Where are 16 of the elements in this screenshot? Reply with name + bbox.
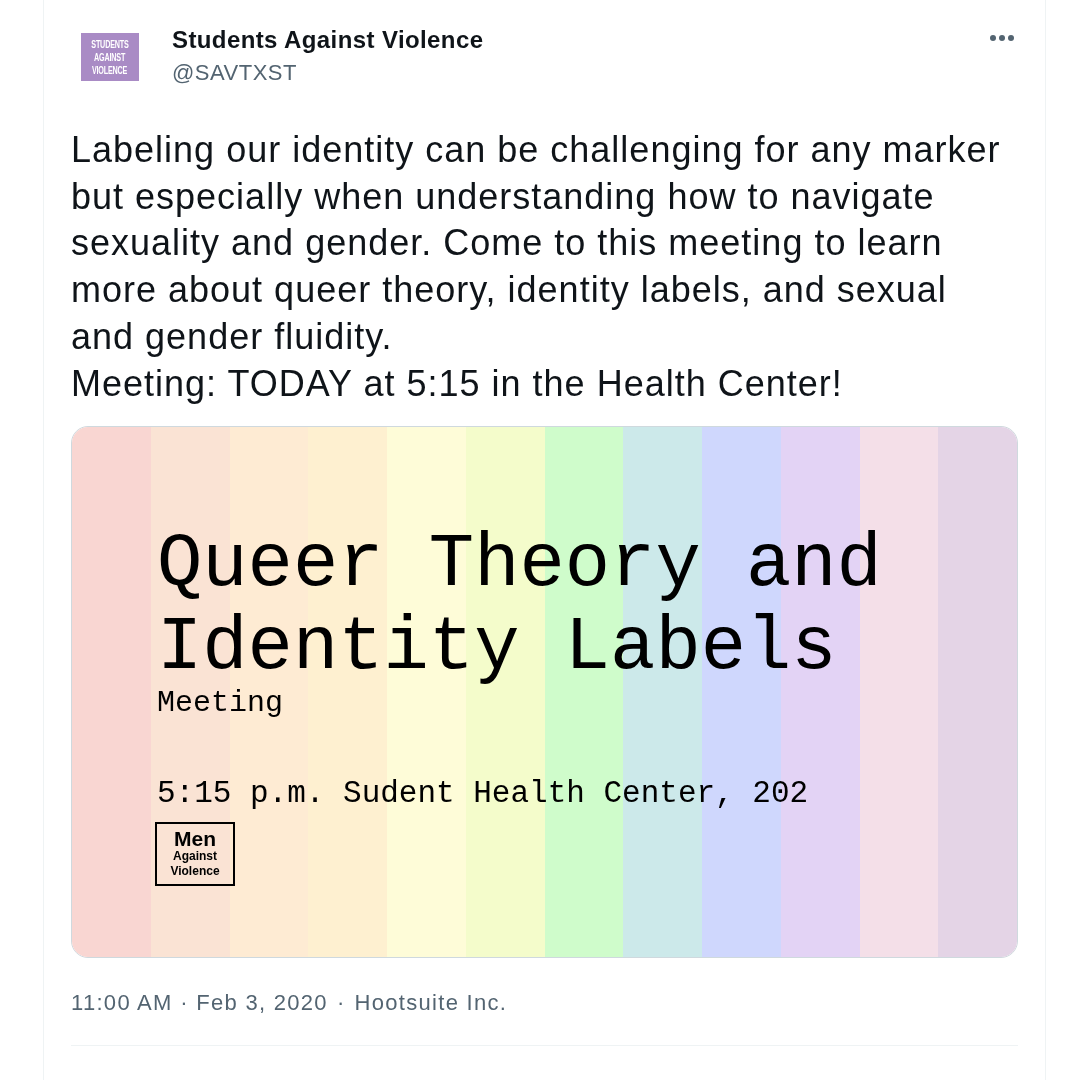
poster-details: 5:15 p.m. Sudent Health Center, 202 — [157, 776, 809, 813]
logo-text: STUDENTS — [91, 37, 129, 51]
separator: · — [336, 989, 346, 1018]
tweet-text: Labeling our identity can be challenging for any marker but especially when understanding how to navigate sexuality and gender. Come to this meeting to learn more about queer theory, identity labels, and sexual and gender fluidity. — [71, 128, 1002, 359]
logo-text: Against — [173, 849, 217, 865]
tweet-image[interactable]: Queer Theory and Identity Labels Meeting 5:15 p.m. Sudent Health Center, 202 Men Against Violence — [71, 426, 1018, 959]
logo-text: AGAINST — [94, 50, 126, 64]
account-name[interactable]: Students Against Violence — [172, 27, 484, 53]
source-link[interactable]: Hootsuite Inc. — [354, 989, 508, 1018]
more-options-icon[interactable] — [990, 35, 1014, 41]
logo-text: Violence — [170, 864, 220, 880]
account-handle[interactable]: @SAVTXST — [172, 60, 297, 86]
logo-text: Men — [174, 829, 216, 850]
timestamp-link[interactable]: 11:00 AM · Feb 3, 2020 — [71, 989, 328, 1018]
tweet-text: Meeting: TODAY at 5:15 in the Health Center! — [71, 361, 844, 406]
logo-text: VIOLENCE — [92, 63, 128, 77]
